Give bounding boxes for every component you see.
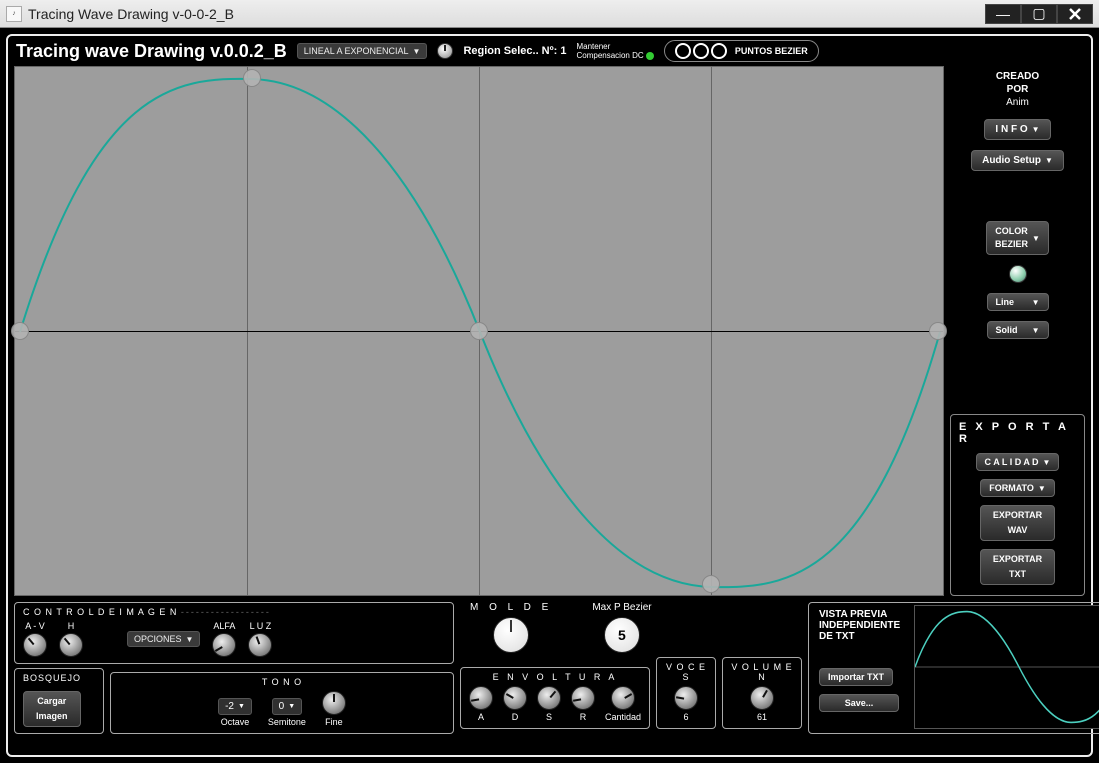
- image-control-title: C O N T R O L D E I M A G E N: [23, 607, 177, 617]
- window-close-button[interactable]: [1057, 4, 1093, 24]
- bezier-points-group: PUNTOS BEZIER: [664, 40, 819, 62]
- format-dropdown[interactable]: FORMATO▼: [980, 479, 1055, 497]
- max-bezier-control: Max P Bezier 5: [592, 602, 651, 653]
- import-txt-button[interactable]: Importar TXT: [819, 668, 893, 686]
- bezier-handle[interactable]: [470, 322, 488, 340]
- alfa-knob[interactable]: [212, 633, 236, 657]
- window-title: Tracing Wave Drawing v-0-0-2_B: [28, 6, 985, 22]
- bezier-ring-3[interactable]: [711, 43, 727, 59]
- env-amount-knob[interactable]: [611, 686, 635, 710]
- bezier-handle[interactable]: [929, 322, 947, 340]
- curve-mode-label: LINEAL A EXPONENCIAL: [304, 46, 409, 56]
- tono-panel: T O N O -2▼ Octave 0▼ Semitone Fine: [110, 672, 454, 734]
- region-display: Region Selec.. Nº: 1: [463, 45, 566, 57]
- h-knob[interactable]: [59, 633, 83, 657]
- voices-panel: V O C E S 6: [656, 657, 716, 729]
- env-s-knob[interactable]: [537, 686, 561, 710]
- opciones-dropdown[interactable]: OPCIONES▼: [127, 631, 200, 647]
- dc-comp-label: Mantener Compensacion DC: [576, 42, 653, 60]
- bezier-color-swatch[interactable]: [1009, 265, 1027, 283]
- preview-waveform: [914, 605, 1099, 729]
- env-r-knob[interactable]: [571, 686, 595, 710]
- info-button[interactable]: I N F O▼: [984, 119, 1050, 140]
- env-a-knob[interactable]: [469, 686, 493, 710]
- fill-style-dropdown[interactable]: Solid▼: [987, 321, 1049, 339]
- export-txt-button[interactable]: EXPORTARTXT: [980, 549, 1055, 585]
- save-button[interactable]: Save...: [819, 694, 899, 712]
- bezier-label: PUNTOS BEZIER: [735, 46, 808, 56]
- preview-title: VISTA PREVIA INDEPENDIENTE DE TXT: [819, 609, 900, 642]
- right-sidebar: CREADO POR Anim I N F O▼ Audio Setup▼ CO…: [950, 66, 1085, 596]
- window-titlebar: ♪ Tracing Wave Drawing v-0-0-2_B — ▢: [0, 0, 1099, 28]
- export-wav-button[interactable]: EXPORTARWAV: [980, 505, 1055, 541]
- audio-setup-button[interactable]: Audio Setup▼: [971, 150, 1064, 171]
- voices-value: 6: [683, 712, 688, 722]
- image-control-panel: C O N T R O L D E I M A G E N ----------…: [14, 602, 454, 664]
- voices-title: V O C E S: [665, 662, 707, 682]
- app-header: Tracing wave Drawing v.0.0.2_B LINEAL A …: [8, 36, 1091, 66]
- window-minimize-button[interactable]: —: [985, 4, 1021, 24]
- curve-amount-knob[interactable]: [437, 43, 453, 59]
- tono-title: T O N O: [119, 677, 445, 687]
- molde-knob[interactable]: [493, 617, 529, 653]
- dc-led[interactable]: [646, 52, 654, 60]
- bezier-handle[interactable]: [702, 575, 720, 593]
- volume-value: 61: [757, 712, 767, 722]
- volume-panel: V O L U M E N 61: [722, 657, 802, 729]
- chevron-down-icon: ▼: [413, 47, 421, 56]
- envelope-panel: E N V O L T U R A A D S R Cantidad: [460, 667, 650, 729]
- color-bezier-dropdown[interactable]: COLORBEZIER ▼: [986, 221, 1049, 255]
- av-knob[interactable]: [23, 633, 47, 657]
- load-image-button[interactable]: CargarImagen: [23, 691, 81, 727]
- app-title: Tracing wave Drawing v.0.0.2_B: [16, 41, 287, 62]
- bezier-handle[interactable]: [243, 69, 261, 87]
- volume-knob[interactable]: [750, 686, 774, 710]
- bosquejo-panel: BOSQUEJO CargarImagen: [14, 668, 104, 734]
- bottom-controls: C O N T R O L D E I M A G E N ----------…: [8, 596, 1091, 740]
- bosquejo-title: BOSQUEJO: [23, 673, 95, 683]
- curve-mode-dropdown[interactable]: LINEAL A EXPONENCIAL ▼: [297, 43, 428, 59]
- octave-spinner[interactable]: -2▼: [218, 698, 252, 715]
- env-d-knob[interactable]: [503, 686, 527, 710]
- bezier-ring-2[interactable]: [693, 43, 709, 59]
- waveform-canvas[interactable]: [14, 66, 944, 596]
- fine-knob[interactable]: [322, 691, 346, 715]
- semitone-spinner[interactable]: 0▼: [272, 698, 303, 715]
- export-title: E X P O R T A R: [959, 421, 1076, 445]
- txt-preview-panel: VISTA PREVIA INDEPENDIENTE DE TXT Import…: [808, 602, 1099, 734]
- molde-control: M O L D E: [470, 602, 552, 653]
- luz-knob[interactable]: [248, 633, 272, 657]
- bezier-ring-1[interactable]: [675, 43, 691, 59]
- line-style-dropdown[interactable]: Line▼: [987, 293, 1049, 311]
- voices-knob[interactable]: [674, 686, 698, 710]
- volume-title: V O L U M E N: [731, 662, 793, 682]
- envelope-title: E N V O L T U R A: [469, 672, 641, 682]
- max-bezier-knob[interactable]: 5: [604, 617, 640, 653]
- credits: CREADO POR Anim: [996, 70, 1039, 109]
- app-icon: ♪: [6, 6, 22, 22]
- bezier-handle[interactable]: [11, 322, 29, 340]
- export-panel: E X P O R T A R C A L I D A D▼ FORMATO▼ …: [950, 414, 1085, 596]
- quality-dropdown[interactable]: C A L I D A D▼: [976, 453, 1060, 471]
- window-maximize-button[interactable]: ▢: [1021, 4, 1057, 24]
